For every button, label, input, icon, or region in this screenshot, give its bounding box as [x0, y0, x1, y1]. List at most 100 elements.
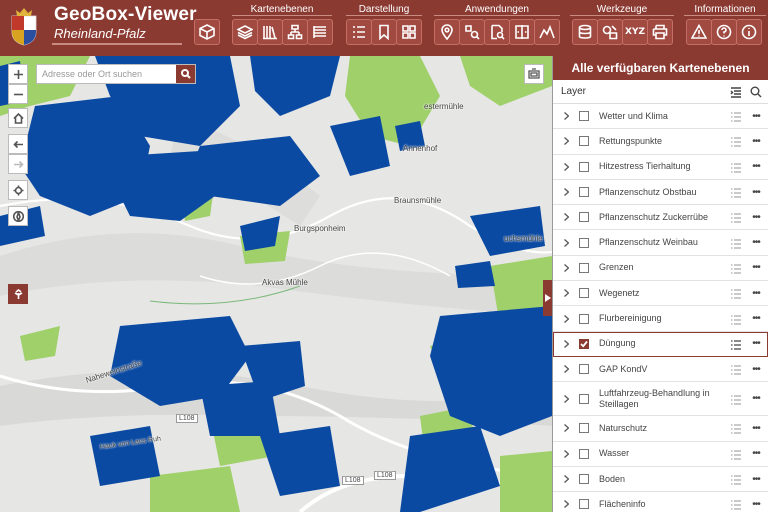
panel-toggle-button[interactable]	[543, 280, 552, 316]
home-button[interactable]	[8, 108, 28, 128]
more-options-icon[interactable]: •••	[750, 364, 762, 375]
more-options-icon[interactable]: •••	[750, 212, 762, 223]
swipe-button[interactable]	[509, 19, 535, 45]
warning-button[interactable]	[686, 19, 712, 45]
expand-chevron-icon[interactable]	[559, 475, 573, 483]
bookmark-button[interactable]	[371, 19, 397, 45]
layer-checkbox[interactable]	[579, 212, 589, 223]
zoom-in-button[interactable]	[8, 64, 28, 84]
search-button[interactable]	[176, 65, 195, 83]
expand-chevron-icon[interactable]	[559, 314, 573, 323]
shapes-button[interactable]	[597, 19, 623, 45]
expand-chevron-icon[interactable]	[559, 365, 573, 374]
layer-row[interactable]: Wasser •••	[553, 442, 768, 467]
overview-map-button[interactable]	[524, 64, 544, 84]
compass-button[interactable]	[8, 206, 28, 226]
layer-row[interactable]: Pflanzenschutz Obstbau •••	[553, 180, 768, 206]
next-extent-button[interactable]	[8, 154, 28, 174]
more-options-icon[interactable]: •••	[750, 474, 762, 485]
legend-list-icon[interactable]	[730, 110, 742, 122]
expand-chevron-icon[interactable]	[559, 424, 573, 433]
layer-checkbox[interactable]	[579, 161, 589, 172]
zoom-out-button[interactable]	[8, 84, 28, 104]
hierarchy-button[interactable]	[282, 19, 308, 45]
expand-chevron-icon[interactable]	[559, 394, 573, 403]
legend-list-icon[interactable]	[730, 393, 742, 405]
document-search-button[interactable]	[484, 19, 510, 45]
legend-list-icon[interactable]	[730, 211, 742, 223]
layer-checkbox[interactable]	[579, 338, 589, 349]
legend-list-icon[interactable]	[730, 422, 742, 435]
more-options-icon[interactable]: •••	[750, 288, 762, 299]
expand-chevron-icon[interactable]	[559, 339, 573, 348]
more-options-icon[interactable]: •••	[750, 423, 762, 434]
more-options-icon[interactable]: •••	[750, 338, 762, 349]
more-options-icon[interactable]: •••	[750, 499, 762, 510]
layer-row[interactable]: Boden •••	[553, 467, 768, 493]
expand-chevron-icon[interactable]	[559, 263, 573, 272]
more-options-icon[interactable]: •••	[750, 448, 762, 459]
expand-chevron-icon[interactable]	[559, 137, 573, 146]
legend-list-icon[interactable]	[730, 237, 742, 249]
locate-button[interactable]	[8, 180, 28, 200]
search-input[interactable]	[37, 65, 177, 83]
legend-button[interactable]	[346, 19, 372, 45]
layer-checkbox[interactable]	[579, 288, 589, 299]
layer-row[interactable]: Luftfahrzeug-Behandlung in Steillagen •••	[553, 382, 768, 417]
expand-chevron-icon[interactable]	[559, 188, 573, 197]
legend-list-icon[interactable]	[730, 363, 742, 375]
map-view[interactable]: estermühle Annenhof Braunsmühle Burgspon…	[0, 56, 552, 512]
layer-checkbox[interactable]	[579, 313, 589, 324]
info-button[interactable]	[736, 19, 762, 45]
more-options-icon[interactable]: •••	[750, 262, 762, 273]
legend-list-icon[interactable]	[730, 161, 742, 173]
elevation-profile-button[interactable]	[534, 19, 560, 45]
layer-checkbox[interactable]	[579, 423, 589, 434]
layer-row[interactable]: Flächeninfo •••	[553, 492, 768, 512]
layer-row[interactable]: Hitzestress Tierhaltung •••	[553, 155, 768, 180]
more-options-icon[interactable]: •••	[750, 187, 762, 198]
legend-list-icon[interactable]	[730, 186, 742, 198]
legend-list-icon[interactable]	[730, 448, 742, 460]
legend-list-icon[interactable]	[730, 135, 742, 148]
layer-checkbox[interactable]	[579, 474, 589, 484]
legend-list-icon[interactable]	[730, 338, 742, 350]
layer-row[interactable]: Grenzen •••	[553, 256, 768, 282]
more-options-icon[interactable]: •••	[750, 237, 762, 248]
database-button[interactable]	[572, 19, 598, 45]
expand-chevron-icon[interactable]	[559, 162, 573, 171]
layer-row[interactable]: Wegenetz •••	[553, 281, 768, 307]
more-options-icon[interactable]: •••	[750, 393, 762, 404]
grid-button[interactable]	[396, 19, 422, 45]
share-button[interactable]	[8, 284, 28, 304]
layer-row[interactable]: Pflanzenschutz Zuckerrübe •••	[553, 205, 768, 231]
legend-list-icon[interactable]	[730, 313, 742, 325]
print-button[interactable]	[647, 19, 673, 45]
layer-checkbox[interactable]	[579, 136, 589, 147]
layer-checkbox[interactable]	[579, 262, 589, 273]
box-button[interactable]	[194, 19, 220, 45]
xyz-button[interactable]: XYZ	[622, 19, 648, 45]
location-button[interactable]	[434, 19, 460, 45]
expand-chevron-icon[interactable]	[559, 449, 573, 458]
expand-chevron-icon[interactable]	[559, 238, 573, 247]
previous-extent-button[interactable]	[8, 134, 28, 154]
more-options-icon[interactable]: •••	[750, 161, 762, 172]
legend-list-icon[interactable]	[730, 262, 742, 274]
expand-chevron-icon[interactable]	[559, 213, 573, 222]
legend-list-icon[interactable]	[730, 498, 742, 510]
library-button[interactable]	[257, 19, 283, 45]
more-options-icon[interactable]: •••	[750, 111, 762, 122]
layer-checkbox[interactable]	[579, 448, 589, 459]
more-options-icon[interactable]: •••	[750, 313, 762, 324]
layer-row[interactable]: Pflanzenschutz Weinbau •••	[553, 230, 768, 256]
search-icon[interactable]	[750, 86, 762, 98]
expand-chevron-icon[interactable]	[559, 289, 573, 298]
layer-row[interactable]: Rettungspunkte •••	[553, 129, 768, 155]
more-options-icon[interactable]: •••	[750, 136, 762, 147]
layer-checkbox[interactable]	[579, 237, 589, 248]
expand-chevron-icon[interactable]	[559, 500, 573, 509]
help-button[interactable]	[711, 19, 737, 45]
layers-button[interactable]	[232, 19, 258, 45]
layer-checkbox[interactable]	[579, 393, 589, 404]
